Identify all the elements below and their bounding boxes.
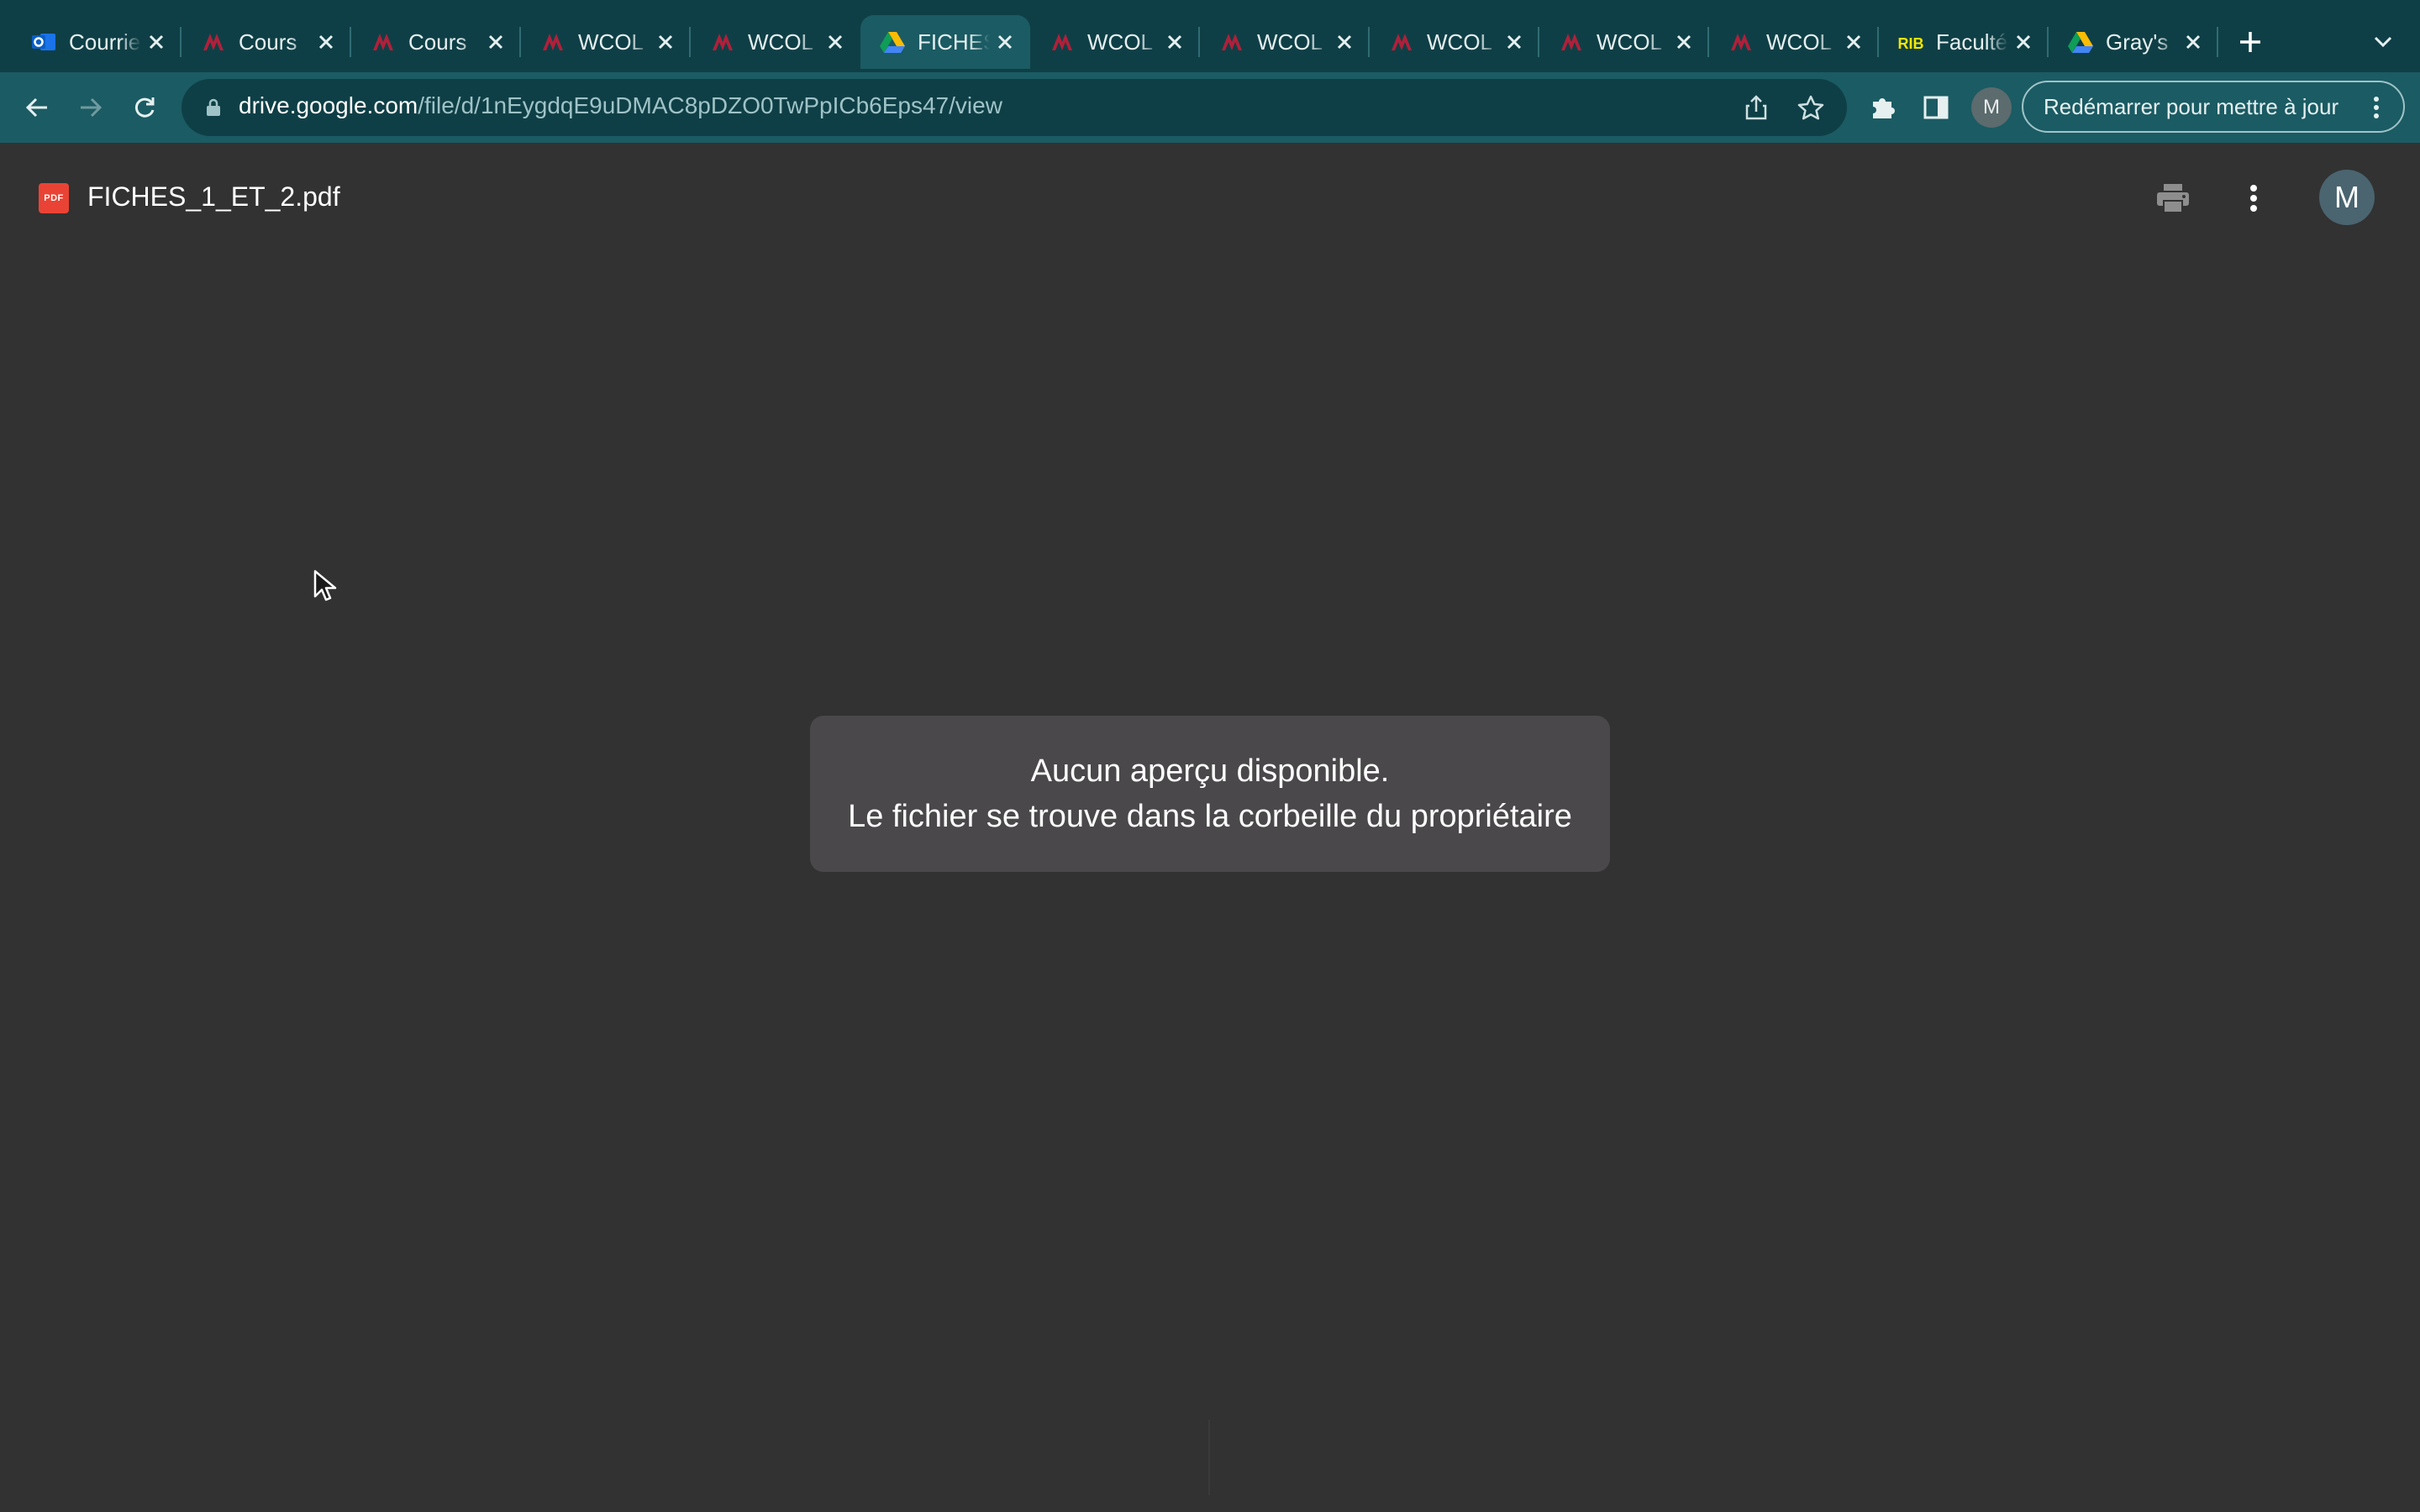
- file-title: FICHES_1_ET_2.pdf: [87, 181, 340, 212]
- browser-tab[interactable]: WCOL: [1709, 15, 1879, 69]
- url-path: /file/d/1nEygdqE9uDMAC8pDZO0TwPpICb6Eps4…: [418, 92, 1002, 118]
- new-tab-button[interactable]: [2230, 22, 2270, 62]
- uottawa-icon: [1388, 29, 1415, 55]
- address-bar[interactable]: drive.google.com/file/d/1nEygdqE9uDMAC8p…: [182, 79, 1847, 136]
- uottawa-icon: [709, 29, 736, 55]
- chevron-down-icon: [2374, 36, 2392, 48]
- google-drive-icon: [879, 29, 906, 55]
- tab-title: Gray's: [2106, 29, 2169, 55]
- back-button[interactable]: [15, 86, 59, 129]
- browser-toolbar: drive.google.com/file/d/1nEygdqE9uDMAC8p…: [0, 72, 2420, 143]
- lock-icon: [207, 98, 220, 116]
- plus-icon: [2240, 32, 2260, 52]
- close-tab-icon[interactable]: [652, 29, 679, 55]
- browser-tab[interactable]: Cours: [351, 15, 521, 69]
- kebab-menu-icon: [2365, 94, 2388, 121]
- browser-tab[interactable]: WCOL: [691, 15, 860, 69]
- no-preview-reason: Le fichier se trouve dans la corbeille d…: [848, 799, 1572, 834]
- share-icon[interactable]: [1743, 94, 1770, 121]
- browser-tab[interactable]: Gray's: [2049, 15, 2218, 69]
- profile-button[interactable]: M: [1971, 87, 2012, 128]
- url-text: drive.google.com/file/d/1nEygdqE9uDMAC8p…: [239, 92, 1002, 119]
- close-tab-icon[interactable]: [2180, 29, 2207, 55]
- tab-title: Faculté: [1936, 29, 2008, 55]
- forward-button[interactable]: [69, 86, 113, 129]
- browser-tab[interactable]: WCOL: [1200, 15, 1370, 69]
- google-drive-icon: [2067, 29, 2094, 55]
- reload-icon: [134, 97, 155, 118]
- tab-title: WCOL: [1597, 29, 1662, 55]
- arrow-left-icon: [25, 97, 47, 118]
- close-tab-icon[interactable]: [482, 29, 509, 55]
- uottawa-icon: [1049, 29, 1076, 55]
- tab-title: WCOL: [1087, 29, 1153, 55]
- tab-title: WCOL: [748, 29, 813, 55]
- close-tab-icon[interactable]: [1331, 29, 1358, 55]
- arrow-right-icon: [81, 97, 103, 118]
- close-tab-icon[interactable]: [1670, 29, 1697, 55]
- printer-icon: [2157, 184, 2189, 213]
- tab-strip: Courrier Cours Cours WCOL WCOL FICHES WCOL WCOL…: [0, 0, 2420, 72]
- pdf-file-icon: PDF: [39, 183, 69, 213]
- uottawa-icon: [370, 29, 397, 55]
- rib-icon: RIB: [1897, 29, 1924, 55]
- tab-title: WCOL: [1427, 29, 1492, 55]
- tab-title: Cours: [239, 29, 297, 55]
- more-vert-icon: [2250, 185, 2257, 212]
- uottawa-icon: [1728, 29, 1754, 55]
- tab-title: Cours: [408, 29, 467, 55]
- close-tab-icon[interactable]: [1501, 29, 1528, 55]
- star-icon[interactable]: [1797, 94, 1825, 123]
- browser-tab[interactable]: WCOL: [1370, 15, 1539, 69]
- side-panel-icon: [1923, 96, 1949, 119]
- url-host: drive.google.com: [239, 92, 418, 118]
- browser-tab[interactable]: FICHES: [860, 15, 1030, 69]
- uottawa-icon: [200, 29, 227, 55]
- extensions-button[interactable]: [1865, 91, 1899, 124]
- outlook-icon: [30, 29, 57, 55]
- browser-tab[interactable]: RIB Faculté: [1879, 15, 2049, 69]
- puzzle-icon: [1873, 98, 1895, 118]
- update-button-label: Redémarrer pour mettre à jour: [2044, 93, 2339, 119]
- browser-tab[interactable]: WCOL: [521, 15, 691, 69]
- update-button[interactable]: Redémarrer pour mettre à jour: [2022, 81, 2405, 133]
- divider: [1208, 1420, 1210, 1495]
- account-avatar[interactable]: M: [2319, 170, 2375, 225]
- browser-tab[interactable]: WCOL: [1539, 15, 1709, 69]
- uottawa-icon: [539, 29, 566, 55]
- svg-text:RIB: RIB: [1898, 35, 1924, 52]
- reload-button[interactable]: [123, 86, 166, 129]
- browser-tab[interactable]: Courrier: [12, 15, 182, 69]
- browser-tab[interactable]: Cours: [182, 15, 351, 69]
- side-panel-button[interactable]: [1919, 91, 1953, 124]
- close-tab-icon[interactable]: [313, 29, 339, 55]
- uottawa-icon: [1558, 29, 1585, 55]
- tab-title: Courrier: [69, 29, 141, 55]
- no-preview-message: Aucun aperçu disponible. Le fichier se t…: [810, 716, 1610, 872]
- tab-search-button[interactable]: [2365, 24, 2402, 60]
- tab-title: WCOL: [1766, 29, 1832, 55]
- viewer-header: PDF FICHES_1_ET_2.pdf M: [0, 143, 2420, 249]
- browser-tab[interactable]: WCOL: [1030, 15, 1200, 69]
- close-tab-icon[interactable]: [1840, 29, 1867, 55]
- tab-title: WCOL: [1257, 29, 1323, 55]
- mouse-cursor-icon: [313, 570, 337, 601]
- print-button[interactable]: [2153, 178, 2193, 218]
- tab-title: WCOL: [578, 29, 644, 55]
- close-tab-icon[interactable]: [822, 29, 849, 55]
- close-tab-icon[interactable]: [143, 29, 170, 55]
- uottawa-icon: [1218, 29, 1245, 55]
- more-options-button[interactable]: [2233, 178, 2274, 218]
- close-tab-icon[interactable]: [992, 29, 1018, 55]
- close-tab-icon[interactable]: [2010, 29, 2037, 55]
- tab-separator: [2217, 27, 2218, 57]
- close-tab-icon[interactable]: [1161, 29, 1188, 55]
- tab-title: FICHES: [918, 29, 990, 55]
- no-preview-title: Aucun aperçu disponible.: [1030, 753, 1390, 789]
